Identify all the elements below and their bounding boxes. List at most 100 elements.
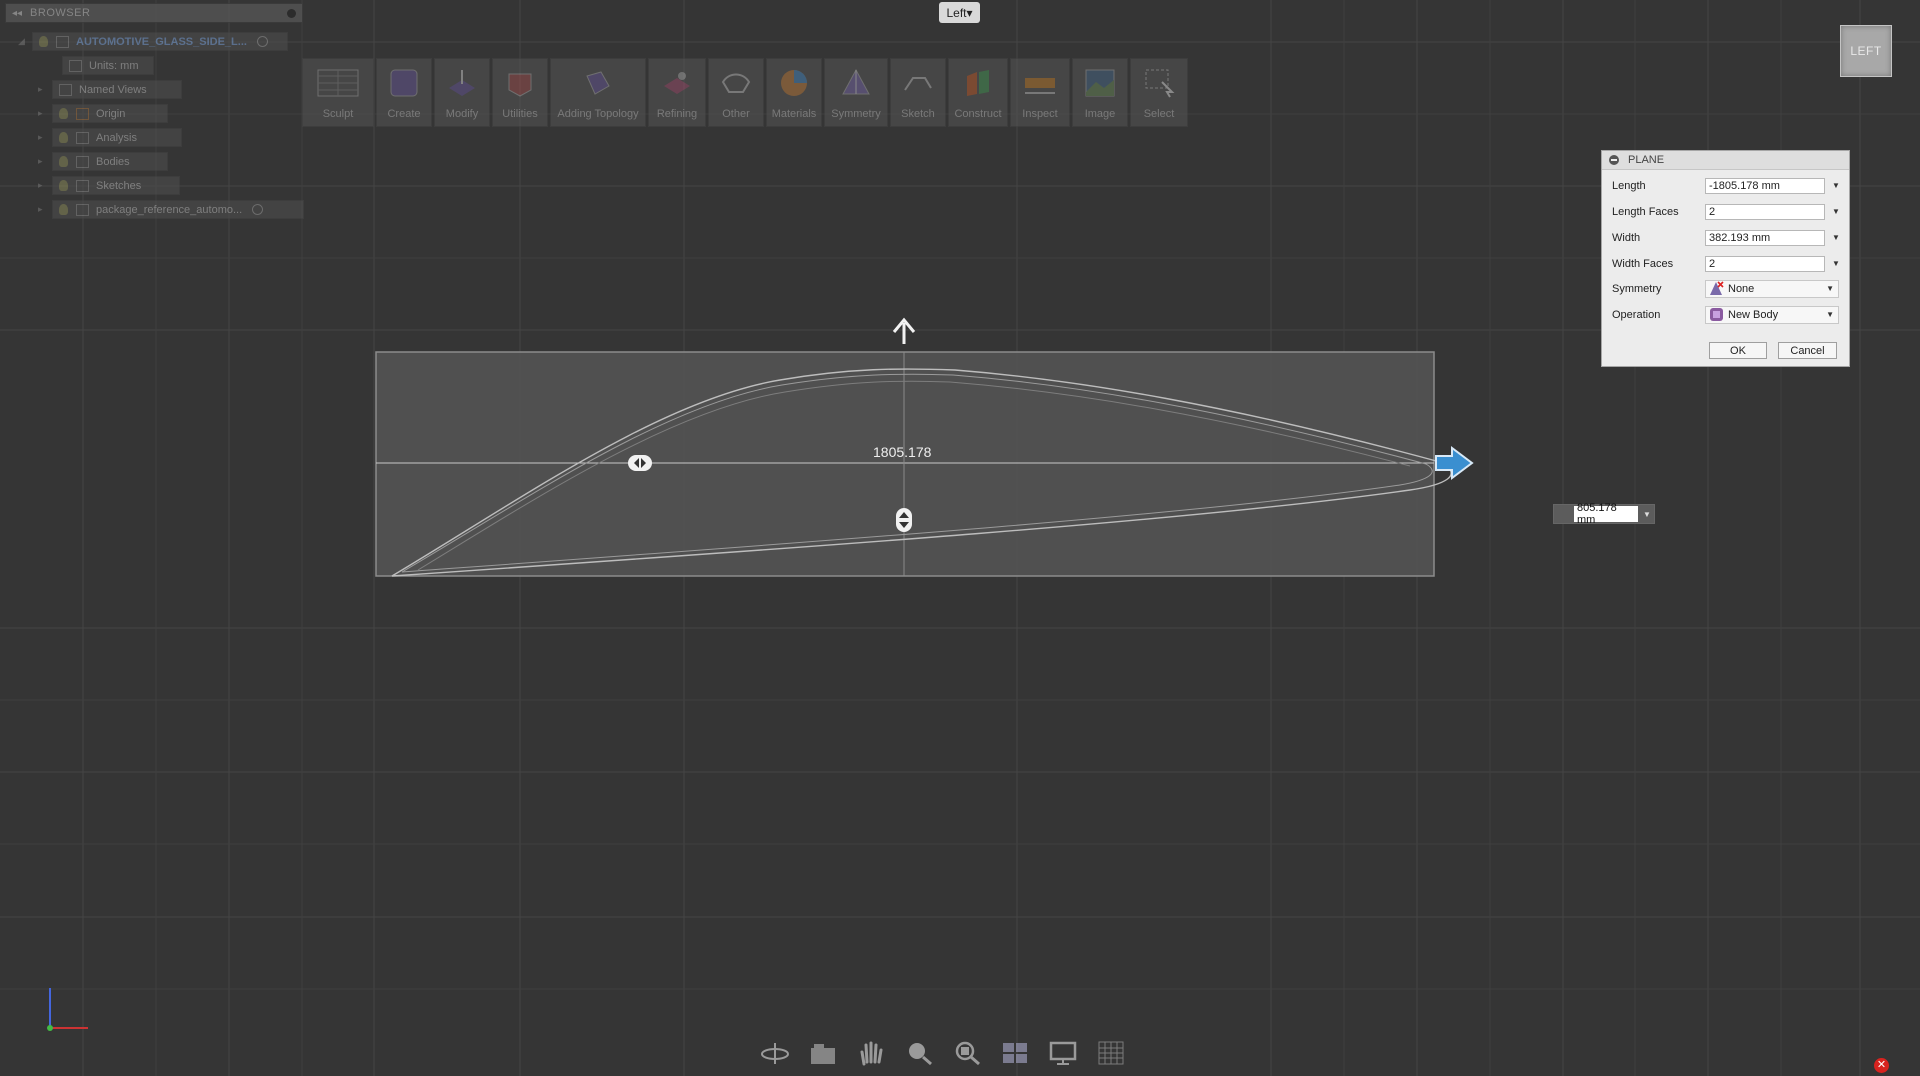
- width-row: Width 382.193 mm ▼: [1612, 229, 1841, 246]
- toolbar-utilities[interactable]: Utilities: [492, 58, 548, 127]
- length-value-field[interactable]: 805.178 mm: [1574, 502, 1638, 526]
- expand-icon[interactable]: ▸: [38, 132, 48, 143]
- viewcube[interactable]: LEFT: [1840, 25, 1892, 77]
- toolbar-modify[interactable]: Modify: [434, 58, 490, 127]
- units-icon: [69, 59, 82, 72]
- fit-icon[interactable]: [952, 1039, 982, 1067]
- root-label: AUTOMOTIVE_GLASS_SIDE_L...: [76, 35, 247, 48]
- symmetry-icon: [839, 65, 873, 101]
- browser-item-package-reference[interactable]: ▸ package_reference_automo...: [38, 200, 304, 219]
- symmetry-row: Symmetry None ▼: [1612, 279, 1841, 298]
- toolbar-symmetry[interactable]: Symmetry: [824, 58, 888, 127]
- sketch-icon: [901, 65, 935, 101]
- lightbulb-icon[interactable]: [59, 204, 68, 215]
- sculpt-icon: [316, 65, 360, 101]
- lightbulb-icon[interactable]: [59, 132, 68, 143]
- folder-icon: [76, 155, 89, 168]
- expand-icon[interactable]: ▸: [38, 204, 48, 215]
- chevron-down-icon[interactable]: ▼: [1832, 181, 1840, 190]
- width-faces-label: Width Faces: [1612, 257, 1674, 270]
- component-icon: [76, 203, 89, 216]
- toolbar-sculpt[interactable]: Sculpt: [302, 58, 374, 127]
- activate-icon[interactable]: [256, 36, 268, 47]
- pan-hand-icon[interactable]: [856, 1039, 886, 1067]
- move-up-arrow: [892, 317, 916, 344]
- browser-item-label: Origin: [96, 107, 126, 120]
- symmetry-icon: [1710, 281, 1724, 295]
- operation-select[interactable]: New Body ▼: [1705, 305, 1839, 324]
- expand-icon[interactable]: ▸: [38, 84, 48, 95]
- toolbar-inspect[interactable]: Inspect: [1010, 58, 1070, 127]
- toolbar-refining[interactable]: Refining: [648, 58, 706, 127]
- width-faces-input[interactable]: 2: [1705, 255, 1825, 272]
- expand-icon[interactable]: ▸: [38, 180, 48, 191]
- display-settings-icon[interactable]: [1000, 1039, 1030, 1067]
- zoom-icon[interactable]: [904, 1039, 934, 1067]
- browser-item-named-views[interactable]: ▸ Named Views: [38, 80, 182, 99]
- folder-icon: [76, 179, 89, 192]
- browser-item-sketches[interactable]: ▸ Sketches: [38, 176, 180, 195]
- plane-dialog: PLANE Length -1805.178 mm ▼ Length Faces…: [1601, 150, 1850, 367]
- close-icon[interactable]: ✕: [1874, 1058, 1889, 1073]
- toolbar-adding-topology[interactable]: Adding Topology: [550, 58, 646, 127]
- browser-item-label: Bodies: [96, 155, 130, 168]
- collapse-dialog-icon[interactable]: [1609, 155, 1619, 165]
- cancel-button[interactable]: Cancel: [1778, 342, 1837, 359]
- dialog-title-bar[interactable]: PLANE: [1602, 151, 1849, 170]
- width-label: Width: [1612, 231, 1641, 244]
- chevron-down-icon[interactable]: ▼: [1643, 510, 1651, 519]
- lightbulb-icon[interactable]: [59, 108, 68, 119]
- toolbar-select[interactable]: Select: [1130, 58, 1188, 127]
- browser-item-label: Units: mm: [89, 59, 139, 72]
- browser-item-analysis[interactable]: ▸ Analysis: [38, 128, 182, 147]
- browser-root[interactable]: ◢ AUTOMOTIVE_GLASS_SIDE_L...: [18, 32, 288, 51]
- chevron-down-icon[interactable]: ▼: [1832, 207, 1840, 216]
- navigation-bar: [760, 1038, 1140, 1068]
- new-body-icon: [1710, 308, 1723, 321]
- length-faces-row: Length Faces 2 ▼: [1612, 203, 1841, 220]
- plane-preview: [375, 351, 1435, 577]
- length-faces-input[interactable]: 2: [1705, 203, 1825, 220]
- expand-icon[interactable]: ▸: [38, 156, 48, 167]
- browser-item-label: package_reference_automo...: [96, 203, 243, 216]
- lightbulb-icon[interactable]: [39, 36, 48, 47]
- lightbulb-icon[interactable]: [59, 156, 68, 167]
- axis-triad: [47, 988, 88, 1031]
- chevron-down-icon[interactable]: ▼: [1832, 233, 1840, 242]
- toolbar: Sculpt Create Modify Utilities Adding To…: [302, 58, 1190, 127]
- folder-icon: [76, 131, 89, 144]
- toolbar-image[interactable]: Image: [1072, 58, 1128, 127]
- toolbar-create[interactable]: Create: [376, 58, 432, 127]
- browser-item-units[interactable]: Units: mm: [62, 56, 154, 75]
- grid-icon[interactable]: [1096, 1039, 1126, 1067]
- toolbar-construct[interactable]: Construct: [948, 58, 1008, 127]
- collapse-icon[interactable]: ◂◂: [12, 8, 22, 19]
- chevron-down-icon[interactable]: ▼: [1832, 259, 1840, 268]
- lightbulb-icon[interactable]: [59, 180, 68, 191]
- toolbar-materials[interactable]: Materials: [766, 58, 822, 127]
- symmetry-select[interactable]: None ▼: [1705, 279, 1839, 298]
- ok-button[interactable]: OK: [1709, 342, 1767, 359]
- orbit-icon[interactable]: [760, 1039, 790, 1067]
- browser-header[interactable]: ◂◂ BROWSER: [5, 3, 303, 23]
- height-handle: [896, 508, 912, 532]
- other-icon: [719, 65, 753, 101]
- browser-item-origin[interactable]: ▸ Origin: [38, 104, 168, 123]
- view-dropdown[interactable]: Left ▾: [939, 2, 980, 23]
- toolbar-sketch[interactable]: Sketch: [890, 58, 946, 127]
- pin-icon[interactable]: [287, 8, 296, 18]
- expand-icon[interactable]: ◢: [18, 36, 28, 47]
- activate-icon[interactable]: [252, 204, 264, 215]
- length-value-input[interactable]: 805.178 mm ▼: [1553, 502, 1655, 526]
- width-faces-row: Width Faces 2 ▼: [1612, 255, 1841, 272]
- monitor-icon[interactable]: [1048, 1039, 1078, 1067]
- camera-icon[interactable]: [808, 1039, 838, 1067]
- materials-icon: [777, 65, 811, 101]
- width-input[interactable]: 382.193 mm: [1705, 229, 1825, 246]
- inspect-icon: [1023, 65, 1057, 101]
- construct-icon: [961, 65, 995, 101]
- length-input[interactable]: -1805.178 mm: [1705, 177, 1825, 194]
- browser-item-bodies[interactable]: ▸ Bodies: [38, 152, 168, 171]
- toolbar-other[interactable]: Other: [708, 58, 764, 127]
- expand-icon[interactable]: ▸: [38, 108, 48, 119]
